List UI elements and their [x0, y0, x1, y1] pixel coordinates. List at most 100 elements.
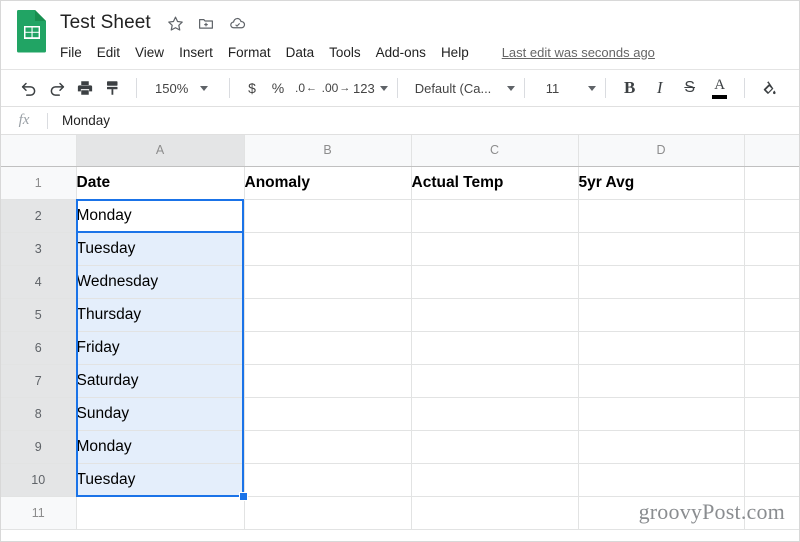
cell-a3[interactable]: Tuesday [76, 232, 245, 266]
cell-c3[interactable] [411, 232, 579, 266]
cell-b7[interactable] [244, 364, 412, 398]
cell-c2[interactable] [411, 199, 579, 233]
undo-icon[interactable] [15, 74, 43, 102]
menu-item-addons[interactable]: Add-ons [376, 43, 433, 62]
row-header-8[interactable]: 8 [1, 397, 77, 431]
increase-decimal-button[interactable]: .00 → [321, 82, 351, 94]
fill-color-icon[interactable] [754, 74, 782, 102]
italic-button[interactable]: I [645, 74, 675, 102]
cell-e11[interactable] [744, 496, 799, 530]
percent-format-button[interactable]: % [265, 80, 291, 96]
bold-button[interactable]: B [615, 74, 645, 102]
cell-b8[interactable] [244, 397, 412, 431]
zoom-selector[interactable]: 150% [146, 75, 220, 101]
decrease-decimal-button[interactable]: .0 ← [291, 82, 321, 94]
cell-e8[interactable] [744, 397, 799, 431]
fill-handle[interactable] [239, 492, 248, 501]
cell-b9[interactable] [244, 430, 412, 464]
strikethrough-button[interactable]: S [675, 74, 705, 102]
row-header-10[interactable]: 10 [1, 463, 77, 497]
menu-item-insert[interactable]: Insert [179, 43, 220, 62]
cell-d7[interactable] [578, 364, 745, 398]
menu-item-view[interactable]: View [135, 43, 171, 62]
cell-d8[interactable] [578, 397, 745, 431]
cell-b10[interactable] [244, 463, 412, 497]
select-all-corner[interactable] [1, 135, 77, 167]
cell-b4[interactable] [244, 265, 412, 299]
cell-e3[interactable] [744, 232, 799, 266]
cell-a5[interactable]: Thursday [76, 298, 245, 332]
cell-c9[interactable] [411, 430, 579, 464]
cell-c4[interactable] [411, 265, 579, 299]
cell-d11[interactable] [578, 496, 745, 530]
cell-c7[interactable] [411, 364, 579, 398]
cell-d5[interactable] [578, 298, 745, 332]
row-header-7[interactable]: 7 [1, 364, 77, 398]
cell-e7[interactable] [744, 364, 799, 398]
cell-a9[interactable]: Monday [76, 430, 245, 464]
cell-a6[interactable]: Friday [76, 331, 245, 365]
cell-e9[interactable] [744, 430, 799, 464]
formula-input[interactable]: Monday [48, 113, 799, 128]
cell-b11[interactable] [244, 496, 412, 530]
cell-e5[interactable] [744, 298, 799, 332]
cell-d3[interactable] [578, 232, 745, 266]
cell-a8[interactable]: Sunday [76, 397, 245, 431]
cell-c8[interactable] [411, 397, 579, 431]
cell-d2[interactable] [578, 199, 745, 233]
cell-b1[interactable]: Anomaly [244, 166, 412, 200]
cloud-saved-icon[interactable] [228, 15, 247, 32]
text-color-button[interactable]: A [705, 74, 735, 102]
cell-e2[interactable] [744, 199, 799, 233]
row-header-5[interactable]: 5 [1, 298, 77, 332]
last-edit-link[interactable]: Last edit was seconds ago [502, 45, 655, 60]
document-title[interactable]: Test Sheet [60, 12, 151, 34]
row-header-11[interactable]: 11 [1, 496, 77, 530]
cell-a4[interactable]: Wednesday [76, 265, 245, 299]
number-format-selector[interactable]: 123 [353, 81, 388, 96]
redo-icon[interactable] [43, 74, 71, 102]
menu-item-data[interactable]: Data [286, 43, 322, 62]
cell-c1[interactable]: Actual Temp [411, 166, 579, 200]
cell-a11[interactable] [76, 496, 245, 530]
menu-item-help[interactable]: Help [441, 43, 476, 62]
cell-a10[interactable]: Tuesday [76, 463, 245, 497]
print-icon[interactable] [71, 74, 99, 102]
cell-e4[interactable] [744, 265, 799, 299]
cell-c11[interactable] [411, 496, 579, 530]
cell-d1[interactable]: 5yr Avg [578, 166, 745, 200]
currency-format-button[interactable]: $ [239, 80, 265, 96]
cell-b2[interactable] [244, 199, 412, 233]
cell-a2[interactable]: Monday [76, 199, 245, 233]
row-header-4[interactable]: 4 [1, 265, 77, 299]
move-to-folder-icon[interactable] [197, 15, 215, 32]
menu-item-file[interactable]: File [60, 43, 89, 62]
cell-d9[interactable] [578, 430, 745, 464]
menu-item-format[interactable]: Format [228, 43, 278, 62]
cell-d6[interactable] [578, 331, 745, 365]
star-icon[interactable] [167, 15, 184, 32]
column-header-e[interactable] [744, 135, 799, 167]
cell-d10[interactable] [578, 463, 745, 497]
row-header-2[interactable]: 2 [1, 199, 77, 233]
cell-d4[interactable] [578, 265, 745, 299]
paint-format-icon[interactable] [99, 74, 127, 102]
cell-c6[interactable] [411, 331, 579, 365]
column-header-c[interactable]: C [411, 135, 579, 167]
column-header-b[interactable]: B [244, 135, 412, 167]
cell-a7[interactable]: Saturday [76, 364, 245, 398]
row-header-6[interactable]: 6 [1, 331, 77, 365]
cell-a1[interactable]: Date [76, 166, 245, 200]
menu-item-tools[interactable]: Tools [329, 43, 368, 62]
column-header-d[interactable]: D [578, 135, 745, 167]
cell-e6[interactable] [744, 331, 799, 365]
cell-c5[interactable] [411, 298, 579, 332]
font-family-selector[interactable]: Default (Ca... [407, 81, 515, 96]
cell-c10[interactable] [411, 463, 579, 497]
row-header-1[interactable]: 1 [1, 166, 77, 200]
cell-b3[interactable] [244, 232, 412, 266]
cell-e10[interactable] [744, 463, 799, 497]
column-header-a[interactable]: A [76, 135, 245, 167]
row-header-9[interactable]: 9 [1, 430, 77, 464]
menu-item-edit[interactable]: Edit [97, 43, 127, 62]
